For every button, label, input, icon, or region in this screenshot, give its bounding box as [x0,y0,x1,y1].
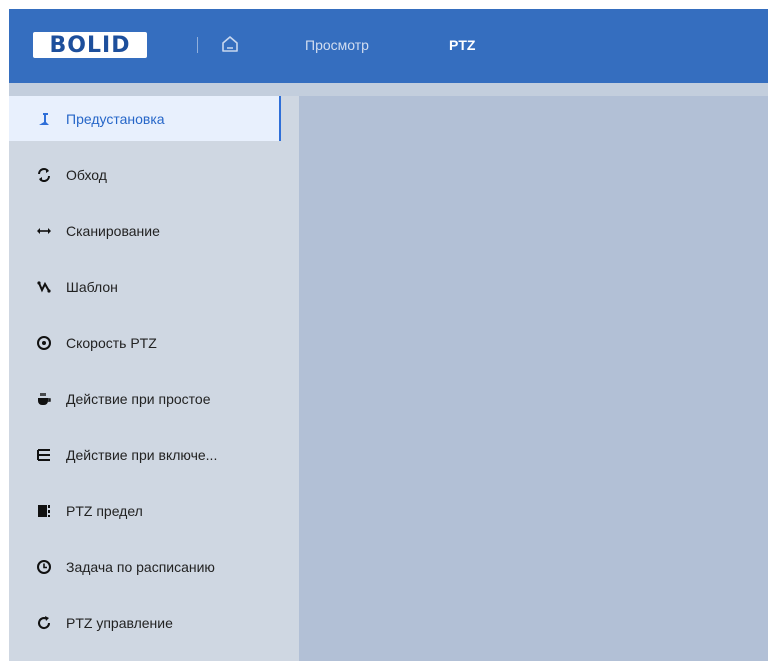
sidebar-item-ptz-control[interactable]: PTZ управление [9,600,281,645]
sidebar-item-label: Задача по расписанию [66,558,215,575]
pattern-icon [36,279,52,295]
sidebar-item-pattern[interactable]: Шаблон [9,264,281,309]
sidebar-item-label: Предустановка [66,110,165,127]
sidebar-item-scheduled-task[interactable]: Задача по расписанию [9,544,281,589]
refresh-control-icon [36,615,52,631]
scan-arrows-icon [36,223,52,239]
speed-dial-icon [36,335,52,351]
sidebar-item-label: Шаблон [66,278,118,295]
sidebar-item-label: Обход [66,166,107,183]
preset-pin-icon [36,111,52,127]
tour-cycle-icon [36,167,52,183]
home-icon[interactable] [219,33,241,55]
sidebar-item-power-up-action[interactable]: Действие при включе... [9,432,281,477]
sidebar-item-label: Скорость PTZ [66,334,157,351]
nav-tab-view[interactable]: Просмотр [305,37,369,53]
schedule-clock-icon [36,559,52,575]
toolbar-strip [9,83,768,96]
nav-tab-ptz[interactable]: PTZ [449,37,475,53]
limit-icon [36,503,52,519]
ptz-sidebar: Предустановка Обход Сканирование Шаблон [9,96,299,661]
sidebar-item-tour[interactable]: Обход [9,152,281,197]
sidebar-item-label: Сканирование [66,222,160,239]
sidebar-item-label: PTZ управление [66,614,173,631]
sidebar-item-label: PTZ предел [66,502,143,519]
idle-cup-icon [36,391,52,407]
power-up-lines-icon [36,447,52,463]
app-frame: BOLID Просмотр PTZ Предустановка Обход С… [9,9,768,661]
sidebar-item-ptz-speed[interactable]: Скорость PTZ [9,320,281,365]
top-navigation-bar: BOLID Просмотр PTZ [9,9,768,83]
sidebar-item-label: Действие при включе... [66,446,218,463]
sidebar-item-scan[interactable]: Сканирование [9,208,281,253]
sidebar-item-idle-action[interactable]: Действие при простое [9,376,281,421]
nav-divider [197,37,198,53]
ptz-content-area [299,96,768,661]
bolid-logo: BOLID [33,32,147,58]
sidebar-item-ptz-limit[interactable]: PTZ предел [9,488,281,533]
sidebar-item-preset[interactable]: Предустановка [9,96,281,141]
sidebar-item-label: Действие при простое [66,390,211,407]
